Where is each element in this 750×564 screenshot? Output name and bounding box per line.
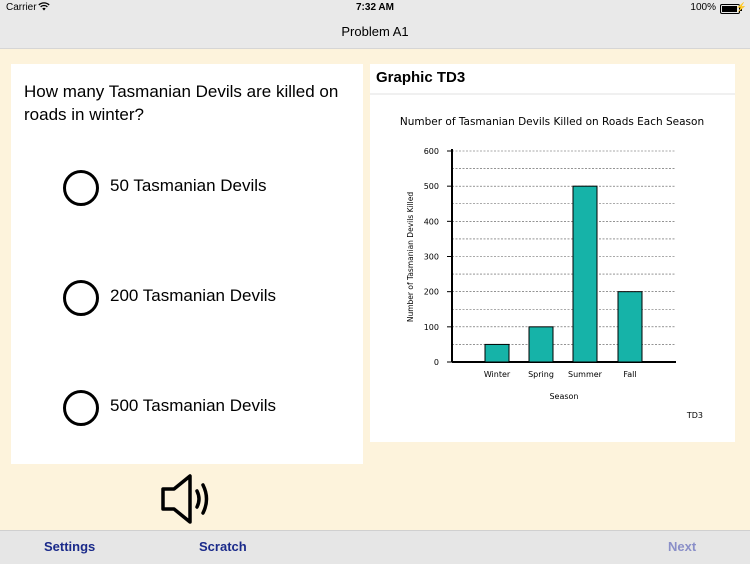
speaker-icon[interactable] <box>160 472 216 526</box>
x-tick-label: Spring <box>528 370 554 379</box>
answer-option-label: 200 Tasmanian Devils <box>110 286 276 305</box>
chart-title: Number of Tasmanian Devils Killed on Roa… <box>400 116 704 128</box>
bar-summer <box>572 185 598 363</box>
y-tick-label: 400 <box>424 217 439 226</box>
y-tick-label: 0 <box>434 358 439 367</box>
question-panel: How many Tasmanian Devils are killed on … <box>11 64 363 464</box>
y-tick-label: 600 <box>424 147 439 156</box>
y-tick-label: 300 <box>424 253 439 262</box>
bar-spring <box>528 326 554 363</box>
page-title: Problem A1 <box>341 24 409 39</box>
nav-bar: Problem A1 <box>0 16 750 49</box>
y-tick-label: 100 <box>424 323 439 332</box>
x-tick-label: Fall <box>623 370 636 379</box>
radio-button-icon[interactable] <box>63 170 99 206</box>
next-button[interactable]: Next <box>668 539 696 554</box>
y-tick-label: 500 <box>424 182 439 191</box>
bar-winter <box>484 343 510 363</box>
y-axis-label: Number of Tasmanian Devils Killed <box>406 192 415 323</box>
graphic-panel: Graphic TD3 Number of Tasmanian Devils K… <box>370 64 735 442</box>
settings-button[interactable]: Settings <box>44 539 95 554</box>
clock: 7:32 AM <box>356 2 394 13</box>
radio-button-icon[interactable] <box>63 280 99 316</box>
battery-percentage: 100% <box>690 2 716 13</box>
scratch-button[interactable]: Scratch <box>199 539 247 554</box>
x-tick-label: Winter <box>484 370 511 379</box>
graphic-code: TD3 <box>686 411 703 420</box>
radio-button-icon[interactable] <box>63 390 99 426</box>
y-tick-label: 200 <box>424 288 439 297</box>
charging-icon: ⚡ <box>735 2 747 12</box>
answer-option-label: 500 Tasmanian Devils <box>110 396 276 415</box>
question-text: How many Tasmanian Devils are killed on … <box>24 82 339 124</box>
status-bar: Carrier 7:32 AM 100% ⚡ <box>0 0 750 16</box>
bottom-toolbar: Settings Scratch Next <box>0 530 750 564</box>
bar-fall <box>617 291 643 363</box>
x-axis-label: Season <box>549 392 578 401</box>
answer-option-label: 50 Tasmanian Devils <box>110 176 267 195</box>
x-tick-label: Summer <box>568 370 603 379</box>
bar-chart: Number of Tasmanian Devils Killed on Roa… <box>370 93 735 420</box>
